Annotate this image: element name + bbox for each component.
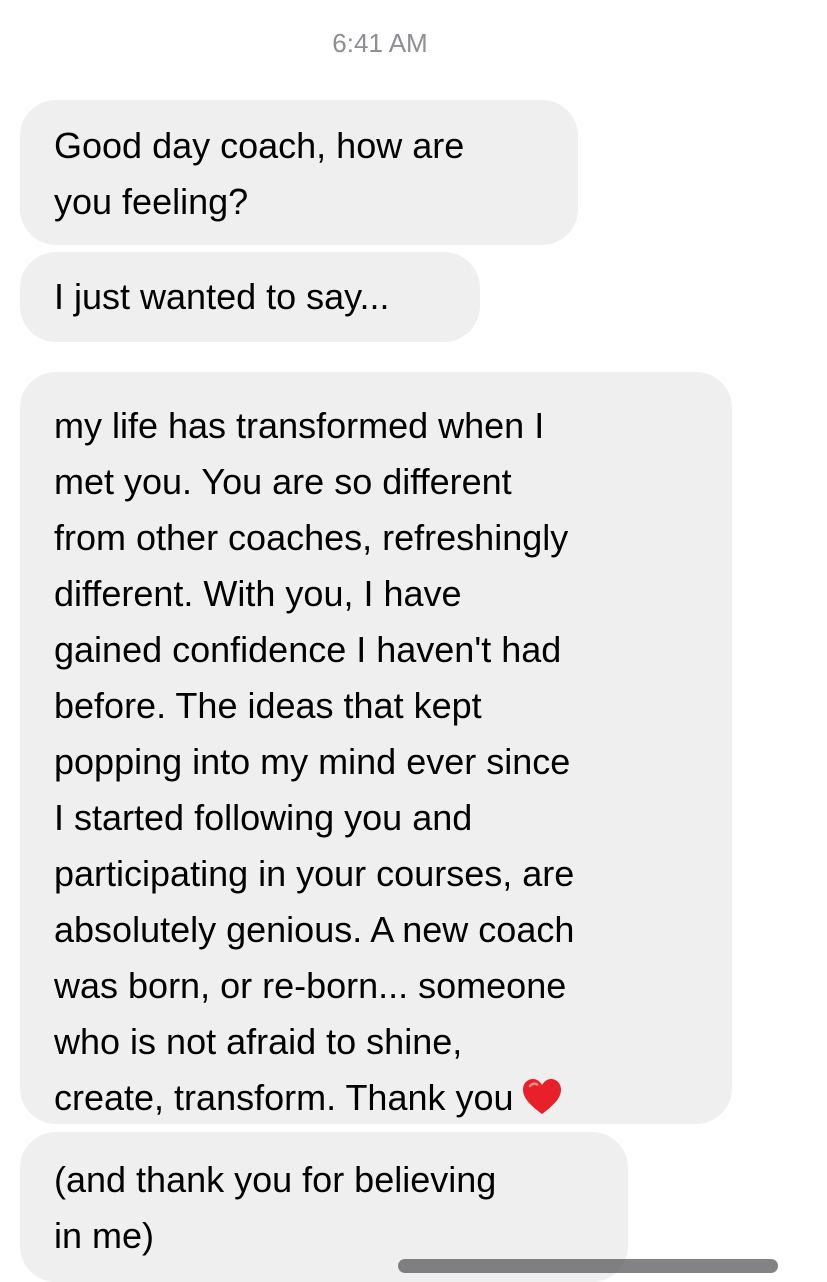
scroll-indicator xyxy=(398,1259,778,1273)
message-bubble[interactable]: my life has transformed when I met you. … xyxy=(20,372,732,1124)
message-bubble[interactable]: I just wanted to say... xyxy=(20,252,480,342)
message-timestamp: 6:41 AM xyxy=(332,28,428,58)
message-text: (and thank you for believing in me) xyxy=(54,1159,497,1256)
message-text: Good day coach, how are you feeling? xyxy=(54,125,465,222)
message-bubble[interactable]: Good day coach, how are you feeling? xyxy=(20,100,578,245)
red-heart-icon xyxy=(522,1076,562,1114)
message-text: I just wanted to say... xyxy=(54,276,390,317)
message-text: my life has transformed when I met you. … xyxy=(54,405,575,1118)
